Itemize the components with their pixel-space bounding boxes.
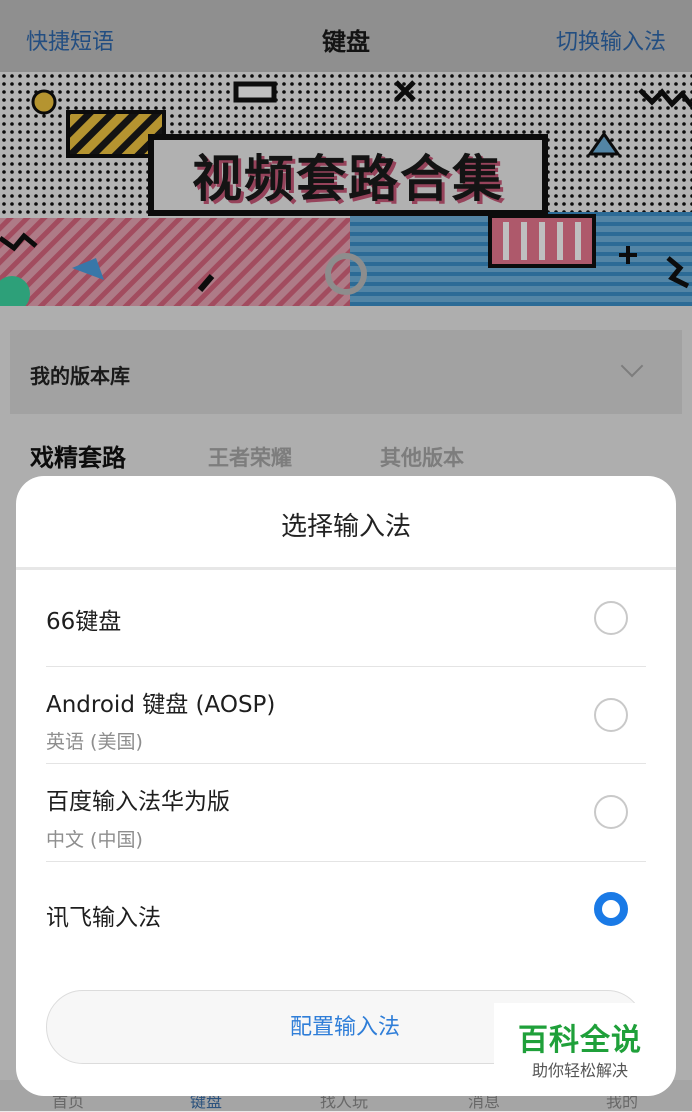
option-name: Android 键盘 (AOSP)	[46, 692, 276, 718]
watermark-title: 百科全说	[518, 1023, 642, 1058]
radio-button[interactable]	[594, 601, 628, 635]
radio-button[interactable]	[594, 795, 628, 829]
option-name: 百度输入法华为版	[46, 789, 230, 815]
radio-button[interactable]	[594, 698, 628, 732]
option-66-keyboard[interactable]: 66键盘	[46, 570, 646, 667]
option-baidu-input[interactable]: 百度输入法华为版 中文 (中国)	[46, 764, 646, 862]
option-subtitle: 英语 (美国)	[46, 731, 143, 753]
dialog-title: 选择输入法	[280, 512, 411, 542]
option-iflytek-input[interactable]: 讯飞输入法	[46, 862, 646, 960]
watermark-logo: 百科全说 助你轻松解决	[494, 1003, 666, 1083]
watermark-slogan: 助你轻松解决	[531, 1061, 628, 1080]
radio-button-selected[interactable]	[594, 892, 628, 926]
option-name: 66键盘	[46, 609, 122, 635]
option-subtitle: 中文 (中国)	[46, 829, 143, 851]
option-name: 讯飞输入法	[46, 905, 161, 931]
option-android-keyboard[interactable]: Android 键盘 (AOSP) 英语 (美国)	[46, 667, 646, 764]
